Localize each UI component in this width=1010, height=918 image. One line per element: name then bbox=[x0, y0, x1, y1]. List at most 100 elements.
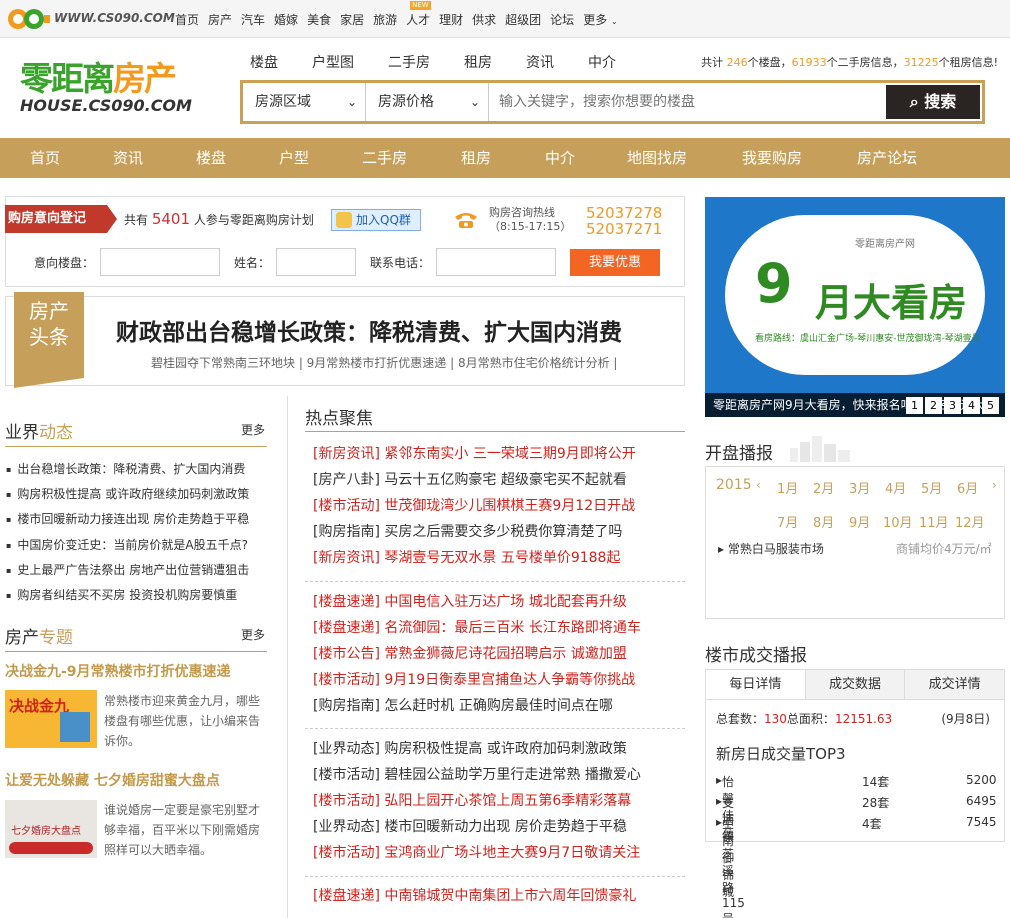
news-item[interactable]: [新房资讯] 紧邻东南实小 三一荣域三期9月即将公开 bbox=[313, 441, 636, 467]
mainnav-forum[interactable]: 房产论坛 bbox=[857, 138, 917, 178]
chevron-left-icon[interactable]: ‹ bbox=[756, 478, 761, 492]
join-qq-group-button[interactable]: 加入QQ群 bbox=[331, 209, 421, 231]
top-nav-forum[interactable]: 论坛 bbox=[550, 11, 574, 28]
news-item[interactable]: [楼市公告] 常熟金狮薇尼诗花园招聘启示 诚邀加盟 bbox=[313, 641, 641, 667]
phone-field[interactable] bbox=[436, 248, 557, 276]
headline-sublinks[interactable]: 碧桂园夺下常熟南三环地块 | 9月常熟楼市打折优惠速递 | 8月常熟市住宅价格统… bbox=[151, 354, 617, 371]
month-1[interactable]: 1月 bbox=[777, 478, 798, 497]
subnav-loupan[interactable]: 楼盘 bbox=[250, 52, 278, 72]
mainnav-map[interactable]: 地图找房 bbox=[627, 138, 687, 178]
month-11[interactable]: 11月 bbox=[919, 512, 949, 531]
top-nav-groupbuy[interactable]: 超级团 bbox=[505, 11, 541, 28]
list-item[interactable]: 中国房价变迁史：当前房价就是A股五千点? bbox=[6, 533, 249, 558]
kaipan-price: 商铺均价4万元/㎡ bbox=[896, 542, 992, 556]
house-logo[interactable]: 零距离房产 HOUSE.CS090.COM bbox=[20, 62, 205, 120]
tab-deal-detail[interactable]: 成交详情 bbox=[905, 670, 1004, 699]
list-item[interactable]: 购房者纠结买不买房 投资投机购房要慎重 bbox=[6, 583, 249, 608]
month-6[interactable]: 6月 bbox=[957, 478, 978, 497]
search-input[interactable] bbox=[489, 83, 884, 121]
top-nav-finance[interactable]: 理财 bbox=[439, 11, 463, 28]
top-nav-home[interactable]: 首页 bbox=[175, 11, 199, 28]
month-12[interactable]: 12月 bbox=[955, 512, 985, 531]
month-3[interactable]: 3月 bbox=[849, 478, 870, 497]
banner-page-4[interactable]: 4 bbox=[963, 397, 980, 414]
top-nav-jobs[interactable]: NEW 人才 bbox=[406, 1, 431, 28]
site-logo-icon[interactable] bbox=[6, 7, 50, 31]
list-item[interactable]: 楼市回暖新动力接连出现 房价走势趋于平稳 bbox=[6, 507, 249, 532]
chevron-right-icon[interactable]: › bbox=[992, 478, 997, 492]
subnav-zufang[interactable]: 租房 bbox=[464, 52, 492, 72]
news-item[interactable]: [购房指南] 买房之后需要交多少税费你算清楚了吗 bbox=[313, 519, 636, 545]
month-5[interactable]: 5月 bbox=[921, 478, 942, 497]
column-divider bbox=[287, 396, 288, 918]
mainnav-zhongjie[interactable]: 中介 bbox=[545, 138, 575, 178]
banner-page-5[interactable]: 5 bbox=[982, 397, 999, 414]
subnav-zixun[interactable]: 资讯 bbox=[526, 52, 554, 72]
topics-more-link[interactable]: 更多 bbox=[241, 626, 265, 643]
tab-daily-detail[interactable]: 每日详情 bbox=[706, 670, 806, 699]
month-8[interactable]: 8月 bbox=[813, 512, 834, 531]
mainnav-huxing[interactable]: 户型 bbox=[279, 138, 309, 178]
banner-page-2[interactable]: 2 bbox=[925, 397, 942, 414]
deals-box: 每日详情 成交数据 成交详情 总套数：130总面积：12151.63 (9月8日… bbox=[705, 669, 1005, 918]
page: WWW.CS090.COM 首页 房产 汽车 婚嫁 美食 家居 旅游 NEW 人才… bbox=[0, 0, 1010, 918]
banner-page-3[interactable]: 3 bbox=[944, 397, 961, 414]
news-item[interactable]: [房产八卦] 马云十五亿购豪宅 超级豪宅买不起就看 bbox=[313, 467, 636, 493]
top-nav-food[interactable]: 美食 bbox=[307, 11, 331, 28]
tab-deal-data[interactable]: 成交数据 bbox=[806, 670, 906, 699]
site-domain[interactable]: WWW.CS090.COM bbox=[54, 11, 175, 25]
headline-title[interactable]: 财政部出台稳增长政策：降税清费、扩大国内消费 bbox=[116, 313, 622, 347]
region-select[interactable]: 房源区域 ⌄ bbox=[243, 83, 366, 121]
price-select[interactable]: 房源价格 ⌄ bbox=[366, 83, 489, 121]
news-item[interactable]: [楼市活动] 世茂御珑湾少儿围棋棋王赛9月12日开战 bbox=[313, 493, 636, 519]
news-item[interactable]: [楼盘速递] 中南锦城贺中南集团上市六周年回馈豪礼 bbox=[313, 883, 636, 909]
banner-page-1[interactable]: 1 bbox=[906, 397, 923, 414]
mainnav-home[interactable]: 首页 bbox=[30, 138, 60, 178]
news-item[interactable]: [新房资讯] 琴湖壹号无双水景 五号楼单价9188起 bbox=[313, 545, 636, 571]
subnav-ershou[interactable]: 二手房 bbox=[388, 52, 430, 72]
news-item[interactable]: [楼市活动] 弘阳上园开心茶馆上周五第6季精彩落幕 bbox=[313, 788, 641, 814]
month-7[interactable]: 7月 bbox=[777, 512, 798, 531]
list-item[interactable]: 购房积极性提高 或许政府继续加码刺激政策 bbox=[6, 482, 249, 507]
month-4[interactable]: 4月 bbox=[885, 478, 906, 497]
intended-property-field[interactable] bbox=[100, 248, 221, 276]
news-item[interactable]: [楼市活动] 宝鸿商业广场斗地主大赛9月7日敬请关注 bbox=[313, 840, 641, 866]
month-2[interactable]: 2月 bbox=[813, 478, 834, 497]
top-nav-car[interactable]: 汽车 bbox=[241, 11, 265, 28]
kaipan-item[interactable]: ▸ 常熟白马服装市场 bbox=[718, 540, 824, 557]
top-nav-home-deco[interactable]: 家居 bbox=[340, 11, 364, 28]
list-item[interactable]: 史上最严广告法祭出 房地产出位营销遭狙击 bbox=[6, 558, 249, 583]
news-item[interactable]: [楼市活动] 9月19日衡泰里宫捕鱼达人争霸等你挑战 bbox=[313, 667, 641, 693]
subnav-huxing[interactable]: 户型图 bbox=[312, 52, 354, 72]
news-item[interactable]: [购房指南] 怎么赶时机 正确购房最佳时间点在哪 bbox=[313, 693, 641, 719]
news-item[interactable]: [楼市活动] 碧桂园公益助学万里行走进常熟 播撒爱心 bbox=[313, 762, 641, 788]
promo-banner[interactable]: 零距离房产网 9 月大看房 看房路线：虞山汇金广场-琴川惠安-世茂御珑湾-琴湖壹… bbox=[705, 197, 1005, 417]
name-field[interactable] bbox=[276, 248, 357, 276]
news-item[interactable]: [楼盘速递] 中国电信入驻万达广场 城北配套再升级 bbox=[313, 589, 641, 615]
topic-1-title[interactable]: 决战金九-9月常熟楼市打折优惠速递 bbox=[5, 661, 231, 681]
news-item[interactable]: [楼盘速递] 名流御园：最后三百米 长江东路即将通车 bbox=[313, 615, 641, 641]
industry-more-link[interactable]: 更多 bbox=[241, 421, 265, 438]
mainnav-news[interactable]: 资讯 bbox=[113, 138, 143, 178]
news-item[interactable]: [业界动态] 楼市回暖新动力出现 房价走势趋于平稳 bbox=[313, 814, 641, 840]
topic-2-title[interactable]: 让爱无处躲藏 七夕婚房甜蜜大盘点 bbox=[5, 770, 220, 790]
top-nav-house[interactable]: 房产 bbox=[208, 11, 232, 28]
top-nav-more[interactable]: 更多 ⌄ bbox=[583, 11, 618, 28]
news-item[interactable]: [业界动态] 购房积极性提高 或许政府加码刺激政策 bbox=[313, 736, 641, 762]
topic-1-thumbnail[interactable]: 决战金九 bbox=[5, 690, 97, 748]
top-nav-supply[interactable]: 供求 bbox=[472, 11, 496, 28]
search-button[interactable]: ⌕ 搜索 bbox=[886, 85, 980, 119]
get-discount-button[interactable]: 我要优惠 bbox=[570, 248, 661, 276]
top-nav-travel[interactable]: 旅游 bbox=[373, 11, 397, 28]
month-9[interactable]: 9月 bbox=[849, 512, 870, 531]
subnav-zhongjie[interactable]: 中介 bbox=[588, 52, 616, 72]
mainnav-zufang[interactable]: 租房 bbox=[461, 138, 491, 178]
top-nav-wedding[interactable]: 婚嫁 bbox=[274, 11, 298, 28]
mainnav-loupan[interactable]: 楼盘 bbox=[196, 138, 226, 178]
list-item[interactable]: 出台稳增长政策：降税清费、扩大国内消费 bbox=[6, 457, 249, 482]
mainnav-ershou[interactable]: 二手房 bbox=[362, 138, 407, 178]
topic-2-thumbnail[interactable]: 七夕婚房大盘点 bbox=[5, 800, 97, 858]
month-10[interactable]: 10月 bbox=[883, 512, 913, 531]
search-icon: ⌕ bbox=[909, 92, 919, 111]
mainnav-buy[interactable]: 我要购房 bbox=[742, 138, 802, 178]
